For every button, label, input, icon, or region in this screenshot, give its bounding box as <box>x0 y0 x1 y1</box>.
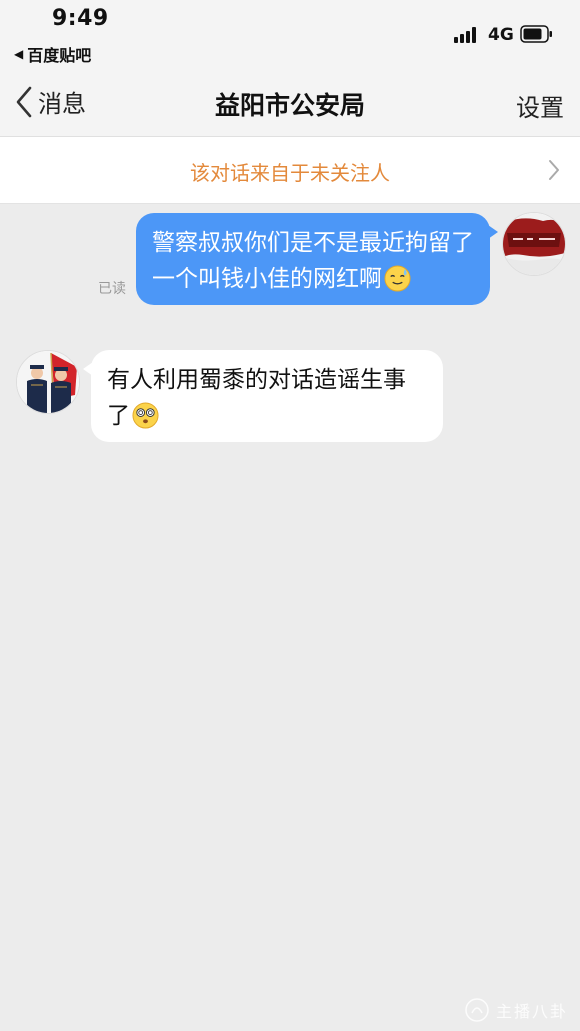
status-bar: 9:49 ◀ 百度贴吧 4G <box>0 0 580 68</box>
return-to-app-link[interactable]: ◀ 百度贴吧 <box>14 42 91 66</box>
battery-icon <box>520 25 552 43</box>
nav-bar: 消息 益阳市公安局 设置 <box>0 68 580 137</box>
read-status: 已读 <box>98 281 126 297</box>
back-triangle-icon: ◀ <box>14 47 24 61</box>
page-title: 益阳市公安局 <box>214 91 365 120</box>
sweat-smile-emoji-icon <box>384 265 411 292</box>
run-one-avatar-icon <box>503 213 565 275</box>
chevron-left-icon <box>16 86 32 117</box>
stranger-notice-text: 该对话来自于未关注人 <box>190 161 390 185</box>
watermark: 主播八卦 <box>464 997 568 1023</box>
status-time: 9:49 <box>52 6 109 31</box>
police-avatar[interactable] <box>16 350 80 414</box>
sent-message-bubble[interactable]: 警察叔叔你们是不是最近拘留了一个叫钱小佳的网红啊 <box>136 213 498 305</box>
watermark-text: 主播八卦 <box>495 1002 568 1021</box>
network-type: 4G <box>488 25 514 45</box>
return-app-label: 百度贴吧 <box>27 46 92 65</box>
received-message-bubble[interactable]: 有人利用蜀黍的对话造谣生事了 <box>83 350 443 442</box>
dizzy-face-emoji-icon <box>132 402 159 429</box>
police-officers-avatar-icon <box>17 351 79 413</box>
stranger-notice-banner[interactable]: 该对话来自于未关注人 <box>0 137 580 204</box>
chat-area[interactable]: 警察叔叔你们是不是最近拘留了一个叫钱小佳的网红啊 已读 有人利用蜀黍的对话造谣生… <box>0 204 580 1031</box>
message-text: 警察叔叔你们是不是最近拘留了一个叫钱小佳的网红啊 <box>152 230 474 292</box>
back-button[interactable]: 消息 <box>14 84 86 119</box>
chevron-right-icon <box>549 160 559 180</box>
watermark-logo-icon <box>465 998 489 1022</box>
user-avatar[interactable] <box>502 212 566 276</box>
signal-strength-icon <box>454 26 476 43</box>
back-label: 消息 <box>38 90 86 118</box>
settings-button[interactable]: 设置 <box>516 88 564 123</box>
